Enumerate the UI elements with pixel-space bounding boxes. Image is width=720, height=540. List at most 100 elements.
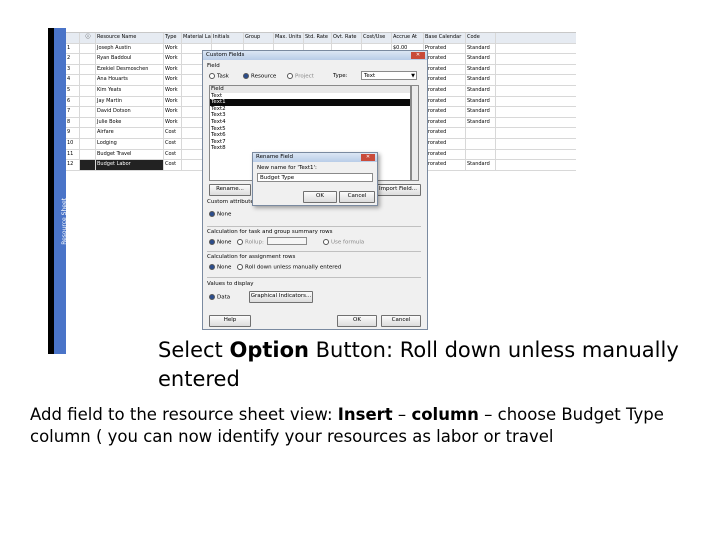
list-item[interactable]: Text1 xyxy=(210,99,410,106)
list-item[interactable]: Text5 xyxy=(210,126,410,133)
table-cell[interactable] xyxy=(466,149,496,160)
column-header[interactable]: Material Label xyxy=(182,33,212,43)
type-select[interactable]: Text ▼ xyxy=(361,71,417,80)
table-cell[interactable]: Kim Yeats xyxy=(96,85,164,96)
table-cell[interactable]: Work xyxy=(164,117,182,128)
table-cell[interactable]: Prorated xyxy=(424,117,466,128)
table-cell[interactable] xyxy=(80,138,96,149)
table-cell[interactable]: Lodging xyxy=(96,138,164,149)
table-cell[interactable] xyxy=(80,117,96,128)
table-cell[interactable]: 3 xyxy=(66,64,80,75)
column-header[interactable]: Std. Rate xyxy=(304,33,332,43)
list-item[interactable]: Text xyxy=(210,93,410,100)
table-cell[interactable]: Work xyxy=(164,43,182,54)
table-cell[interactable] xyxy=(80,96,96,107)
table-cell[interactable]: Prorated xyxy=(424,54,466,64)
graphical-indicators-button[interactable]: Graphical Indicators... xyxy=(249,291,313,303)
table-cell[interactable]: Cost xyxy=(164,149,182,160)
table-cell[interactable] xyxy=(80,85,96,96)
table-cell[interactable]: Standard xyxy=(466,75,496,85)
column-header[interactable]: Max. Units xyxy=(274,33,304,43)
table-cell[interactable]: Julie Boke xyxy=(96,117,164,128)
column-header[interactable]: Resource Name xyxy=(96,33,164,43)
list-item[interactable]: Text3 xyxy=(210,112,410,119)
table-cell[interactable]: Joseph Austin xyxy=(96,43,164,54)
table-cell[interactable]: Airfare xyxy=(96,128,164,138)
help-button[interactable]: Help xyxy=(209,315,251,327)
rename-button[interactable]: Rename... xyxy=(209,184,251,196)
table-cell[interactable]: Prorated xyxy=(424,64,466,75)
table-cell[interactable] xyxy=(80,128,96,138)
table-cell[interactable]: 9 xyxy=(66,128,80,138)
table-cell[interactable]: Work xyxy=(164,64,182,75)
table-cell[interactable] xyxy=(466,138,496,149)
table-cell[interactable]: Standard xyxy=(466,96,496,107)
rename-input[interactable]: Budget Type xyxy=(257,173,373,182)
table-cell[interactable]: Ezekiel Desmoschen xyxy=(96,64,164,75)
table-cell[interactable]: Standard xyxy=(466,64,496,75)
table-cell[interactable]: Prorated xyxy=(424,96,466,107)
table-cell[interactable]: 10 xyxy=(66,138,80,149)
table-cell[interactable] xyxy=(80,43,96,54)
table-cell[interactable]: Standard xyxy=(466,43,496,54)
table-cell[interactable]: Work xyxy=(164,107,182,117)
table-cell[interactable]: 1 xyxy=(66,43,80,54)
cancel-button[interactable]: Cancel xyxy=(381,315,421,327)
table-cell[interactable] xyxy=(80,64,96,75)
close-icon[interactable]: ✕ xyxy=(411,52,425,59)
column-header[interactable] xyxy=(66,33,80,43)
attr-none-radio[interactable]: None xyxy=(209,211,231,218)
table-cell[interactable]: Standard xyxy=(466,54,496,64)
table-cell[interactable]: Budget Travel xyxy=(96,149,164,160)
table-cell[interactable]: Ryan Baddoul xyxy=(96,54,164,64)
table-cell[interactable] xyxy=(80,75,96,85)
calc-formula-radio[interactable]: Use formula xyxy=(323,239,364,246)
table-cell[interactable]: 11 xyxy=(66,149,80,160)
table-cell[interactable]: Budget Labor xyxy=(96,160,164,170)
column-header[interactable]: Base Calendar xyxy=(424,33,466,43)
table-cell[interactable]: Cost xyxy=(164,160,182,170)
table-cell[interactable]: David Dotson xyxy=(96,107,164,117)
view-bar[interactable]: Resource Sheet xyxy=(54,28,68,354)
table-cell[interactable]: Ana Houarts xyxy=(96,75,164,85)
table-cell[interactable]: Prorated xyxy=(424,85,466,96)
table-cell[interactable] xyxy=(80,160,96,170)
calc-rollup-radio[interactable]: Rollup: xyxy=(237,239,264,246)
table-cell[interactable]: 5 xyxy=(66,85,80,96)
column-header[interactable]: Accrue At xyxy=(392,33,424,43)
column-header[interactable]: Cost/Use xyxy=(362,33,392,43)
assign-none-radio[interactable]: None xyxy=(209,264,231,271)
table-cell[interactable]: Prorated xyxy=(424,149,466,160)
column-header[interactable]: Initials xyxy=(212,33,244,43)
project-radio[interactable]: Project xyxy=(287,73,314,80)
table-cell[interactable]: 2 xyxy=(66,54,80,64)
table-cell[interactable]: Standard xyxy=(466,85,496,96)
table-cell[interactable]: Cost xyxy=(164,128,182,138)
list-scrollbar[interactable] xyxy=(411,85,419,181)
table-cell[interactable]: 8 xyxy=(66,117,80,128)
rename-ok-button[interactable]: OK xyxy=(303,191,337,203)
import-field-button[interactable]: Import Field... xyxy=(375,184,421,196)
list-item[interactable]: Text6 xyxy=(210,132,410,139)
resource-radio[interactable]: Resource xyxy=(243,73,276,80)
list-item[interactable]: Text8 xyxy=(210,145,410,152)
table-cell[interactable]: Work xyxy=(164,54,182,64)
table-cell[interactable] xyxy=(80,107,96,117)
table-cell[interactable]: Jay Martin xyxy=(96,96,164,107)
table-cell[interactable]: Work xyxy=(164,75,182,85)
calc-none-radio[interactable]: None xyxy=(209,239,231,246)
ok-button[interactable]: OK xyxy=(337,315,377,327)
table-cell[interactable]: Standard xyxy=(466,107,496,117)
list-item[interactable]: Text7 xyxy=(210,139,410,146)
table-cell[interactable]: Prorated xyxy=(424,138,466,149)
table-cell[interactable]: Work xyxy=(164,85,182,96)
table-cell[interactable] xyxy=(80,54,96,64)
table-cell[interactable]: Prorated xyxy=(424,107,466,117)
column-header[interactable]: ⓘ xyxy=(80,33,96,43)
table-cell[interactable]: Standard xyxy=(466,160,496,170)
table-cell[interactable] xyxy=(466,128,496,138)
table-cell[interactable]: 12 xyxy=(66,160,80,170)
column-header[interactable]: Code xyxy=(466,33,496,43)
column-header[interactable]: Ovt. Rate xyxy=(332,33,362,43)
task-radio[interactable]: Task xyxy=(209,73,229,80)
